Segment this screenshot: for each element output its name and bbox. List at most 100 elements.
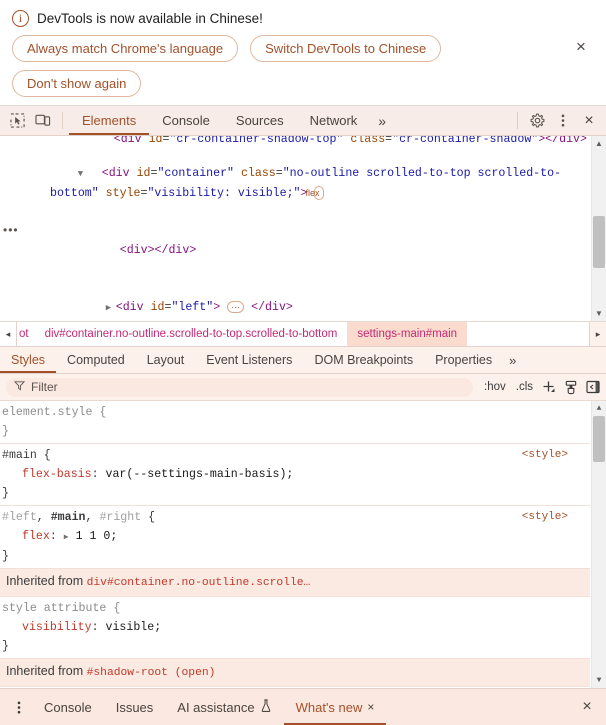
dom-tree-pane: ••• <div id="cr-container-shadow-top" cl… (0, 136, 606, 321)
brace-close-style-attr: } (2, 640, 9, 653)
close-devtools-icon[interactable]: × (576, 108, 602, 134)
css-property-flex-basis[interactable]: flex-basis (2, 468, 92, 481)
inspect-element-icon[interactable] (4, 108, 30, 134)
expand-arrow-icon-left[interactable]: ▶ (106, 299, 116, 318)
stylesheet-origin-link-lmr[interactable]: <style> (522, 508, 568, 527)
styles-rules-pane[interactable]: element.style { } <style> #main { flex-b… (0, 401, 606, 688)
scroll-up-arrow-icon[interactable]: ▲ (595, 136, 603, 151)
css-selector-main[interactable]: #main (2, 449, 37, 462)
toolbar-divider (62, 112, 63, 129)
tab-layout[interactable]: Layout (136, 347, 196, 373)
flex-badge[interactable]: flex (305, 185, 325, 200)
dom-node-left[interactable]: ▶ <div id="left"> ⋯ </div> (22, 279, 606, 321)
dom-node-empty-div-1[interactable]: <div></div> (22, 222, 606, 279)
switch-devtools-to-chinese-button[interactable]: Switch DevTools to Chinese (250, 35, 442, 62)
language-notification-banner: i DevTools is now available in Chinese! … (0, 0, 606, 105)
css-declaration-visibility[interactable]: visibility: visible; (2, 618, 590, 637)
css-value-flex[interactable]: 1 1 0; (76, 530, 118, 543)
css-rule-element-style[interactable]: element.style { } (0, 401, 590, 444)
toolbar-divider-right (517, 112, 518, 129)
styles-scroll-track[interactable] (592, 416, 606, 673)
device-toolbar-icon[interactable] (30, 108, 56, 134)
scroll-thumb[interactable] (593, 216, 605, 268)
css-selector-style-attribute[interactable]: style attribute (2, 602, 106, 615)
styles-scroll-up-arrow-icon[interactable]: ▲ (597, 401, 602, 416)
scroll-track[interactable] (592, 151, 606, 306)
css-selector-left-main-right[interactable]: #left, #main, #right (2, 511, 141, 524)
breadcrumb-item-container[interactable]: div#container.no-outline.scrolled-to-top… (34, 322, 348, 346)
row-more-dots-icon[interactable]: ••• (3, 224, 19, 236)
drawer-toolbar: Console Issues AI assistance What's new … (0, 688, 606, 725)
dont-show-again-button[interactable]: Don't show again (12, 70, 142, 97)
banner-close-icon[interactable]: × (570, 36, 592, 58)
drawer-tab-whats-new-close-icon[interactable]: × (367, 700, 374, 714)
tab-styles[interactable]: Styles (0, 347, 56, 373)
brace-open-style-attr: { (113, 602, 121, 615)
drawer-tab-console[interactable]: Console (32, 689, 104, 725)
drawer-tab-whats-new[interactable]: What's new × (284, 689, 387, 725)
tab-console[interactable]: Console (149, 106, 223, 135)
brace-open: { (99, 406, 107, 419)
gear-icon[interactable] (524, 108, 550, 134)
styles-more-tabs-chevron-icon[interactable]: » (503, 347, 522, 373)
drawer-close-icon[interactable]: × (574, 694, 600, 720)
dom-node-clipped-top[interactable]: <div id="cr-container-shadow-top" class=… (22, 136, 606, 145)
drawer-tab-issues-label: Issues (115, 699, 154, 715)
breadcrumb-scroll-right-icon[interactable]: ▸ (589, 322, 606, 346)
styles-scroll-down-arrow-icon[interactable]: ▼ (597, 673, 602, 688)
paintbrush-icon[interactable] (560, 376, 582, 398)
brace-close-element-style: } (2, 425, 9, 438)
css-rule-left-main-right[interactable]: <style> #left, #main, #right { flex: ▶ 1… (0, 506, 590, 569)
tab-properties[interactable]: Properties (424, 347, 503, 373)
dom-tree-scrollbar[interactable]: ▲ ▼ (591, 136, 606, 321)
css-property-visibility[interactable]: visibility (2, 621, 92, 634)
css-rule-main[interactable]: <style> #main { flex-basis: var(--settin… (0, 444, 590, 506)
breadcrumb-item-shadow-root[interactable]: ot (17, 322, 35, 346)
always-match-chrome-language-button[interactable]: Always match Chrome's language (12, 35, 239, 62)
drawer-tab-issues[interactable]: Issues (104, 689, 166, 725)
drawer-tab-ai-assistance-label: AI assistance (177, 699, 255, 715)
styles-scrollbar[interactable]: ▲ ▼ (591, 401, 606, 688)
collapsed-children-icon[interactable]: ⋯ (227, 300, 245, 313)
css-property-flex[interactable]: flex (2, 530, 50, 543)
drawer-tab-console-label: Console (44, 699, 92, 715)
scroll-down-arrow-icon[interactable]: ▼ (595, 306, 603, 321)
toggle-class-button[interactable]: .cls (511, 381, 538, 393)
more-tabs-chevron-icon[interactable]: » (370, 106, 394, 135)
css-rule-style-attribute[interactable]: style attribute { visibility: visible; } (0, 597, 590, 659)
tab-elements[interactable]: Elements (69, 106, 149, 135)
dom-node-container[interactable]: ▼ <div id="container" class="no-outline s… (22, 145, 606, 222)
styles-filter-input-wrap[interactable]: Filter (6, 377, 473, 397)
css-selector-element-style[interactable]: element.style (2, 406, 92, 419)
plus-icon[interactable] (538, 376, 560, 398)
expand-arrow-icon[interactable]: ▼ (78, 165, 102, 184)
dom-tree[interactable]: <div id="cr-container-shadow-top" class=… (22, 136, 606, 321)
styles-scroll-thumb[interactable] (593, 416, 605, 462)
banner-message-row: i DevTools is now available in Chinese! (12, 10, 594, 27)
css-rule-host[interactable]: <style> :host { display: flex; (0, 687, 590, 688)
breadcrumb-item-settings-main[interactable]: settings-main#main (347, 322, 468, 346)
toggle-element-state-button[interactable]: :hov (479, 381, 511, 393)
stylesheet-origin-link-main[interactable]: <style> (522, 446, 568, 465)
css-declaration-flex-basis[interactable]: flex-basis: var(--settings-main-basis); (2, 465, 590, 484)
tab-network[interactable]: Network (297, 106, 371, 135)
css-value-visibility[interactable]: visible; (106, 621, 162, 634)
inherited-source-shadow-root[interactable]: #shadow-root (open) (87, 667, 216, 679)
tab-computed[interactable]: Computed (56, 347, 136, 373)
drawer-tab-ai-assistance[interactable]: AI assistance (165, 689, 283, 725)
tab-dom-breakpoints[interactable]: DOM Breakpoints (303, 347, 424, 373)
styles-rules-list: element.style { } <style> #main { flex-b… (0, 401, 606, 688)
tab-event-listeners[interactable]: Event Listeners (195, 347, 303, 373)
tab-sources[interactable]: Sources (223, 106, 297, 135)
breadcrumb-scroll-left-icon[interactable]: ◂ (0, 322, 17, 346)
css-declaration-flex[interactable]: flex: ▶ 1 1 0; (2, 527, 590, 547)
inherited-source-container[interactable]: div#container.no-outline.scrolle… (87, 577, 311, 589)
vertical-dots-icon[interactable] (550, 108, 576, 134)
brace-close-main: } (2, 487, 9, 500)
styles-filter-input[interactable]: Filter (31, 380, 58, 394)
drawer-menu-icon[interactable] (6, 694, 32, 720)
css-value-flex-basis[interactable]: var(--settings-main-basis); (106, 468, 294, 481)
expand-shorthand-icon[interactable]: ▶ (64, 533, 69, 542)
sidebar-toggle-icon[interactable] (582, 376, 604, 398)
styles-filter-row: Filter :hov .cls (0, 374, 606, 401)
